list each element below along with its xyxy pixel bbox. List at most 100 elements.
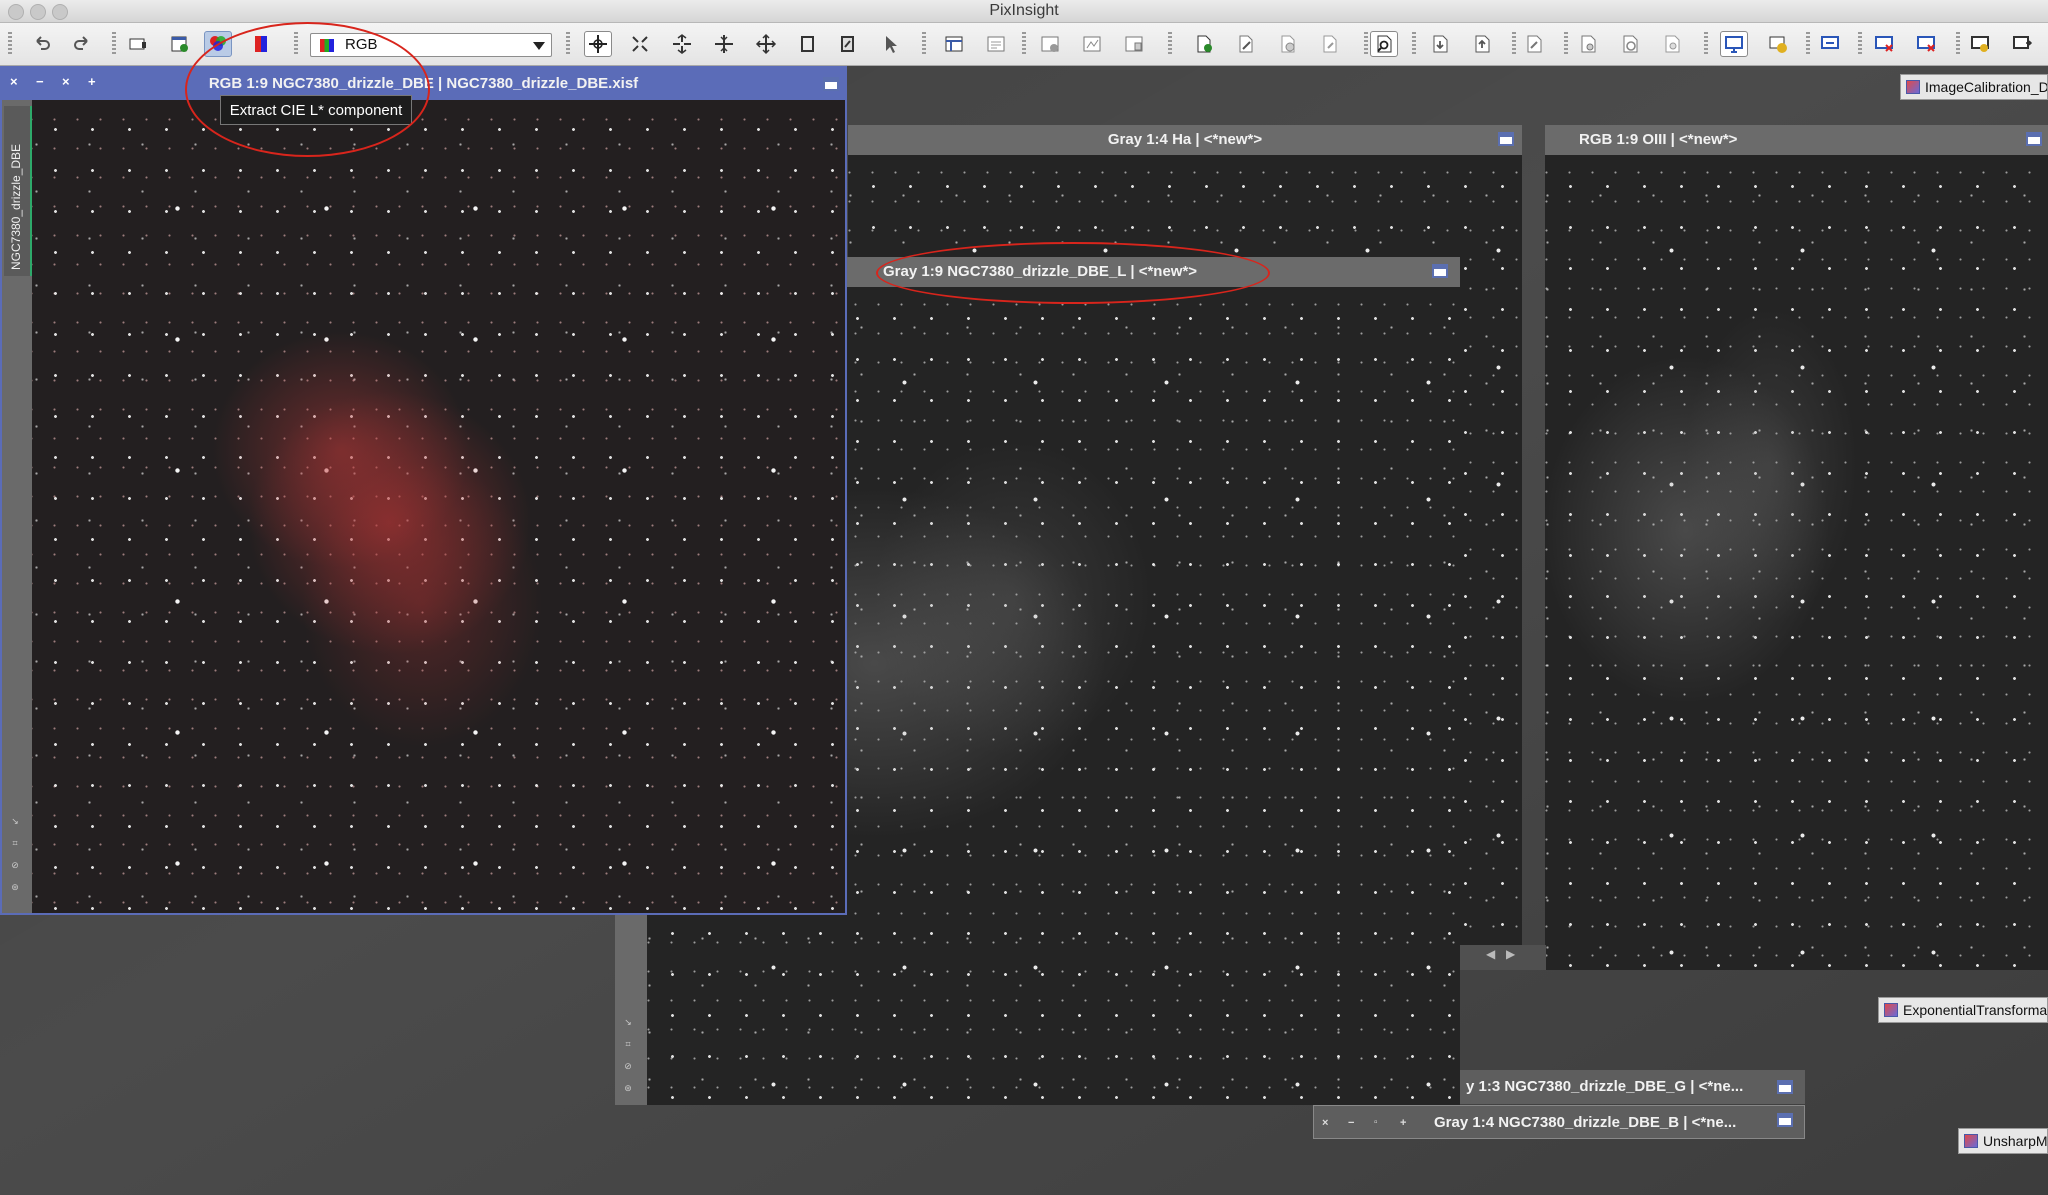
view-tab[interactable]: NGC7380_drizzle_DBE [4,106,32,276]
toolbar-grip[interactable] [112,32,116,56]
side-arrow-icon[interactable]: ↘ [623,1017,633,1028]
zoom-window-button[interactable] [52,4,68,20]
scroll-right-icon[interactable]: ▶ [1506,947,1515,961]
import-button[interactable] [1426,31,1454,57]
close-view-button[interactable] [1870,31,1898,57]
execute-button[interactable] [1274,31,1302,57]
side-settings-icon[interactable]: ⊛ [623,1083,633,1094]
magnifier-icon [1377,35,1392,53]
stf-button[interactable] [1764,31,1792,57]
toolbar-grip[interactable] [1806,32,1810,56]
toolbar-grip[interactable] [1412,32,1416,56]
history-button[interactable] [982,31,1010,57]
link-view-button[interactable] [1816,31,1844,57]
toolbar-grip[interactable] [1168,32,1172,56]
script-button[interactable] [1520,31,1548,57]
preview-mode-button[interactable] [794,31,822,57]
window-title-bar[interactable]: Gray 1:4 Ha | <*new*> [848,125,1522,155]
side-grid-icon[interactable]: ⌗ [623,1039,633,1050]
tool-window-button[interactable] [1966,31,1994,57]
side-grid-icon[interactable]: ⌗ [10,838,20,849]
maximize-window-button[interactable] [823,77,839,91]
histogram-icon [1083,36,1101,52]
container-add-button[interactable] [1574,31,1602,57]
maximize-icon[interactable]: + [88,74,96,89]
minimize-icon[interactable]: − [36,74,44,89]
image-view[interactable] [1545,155,2048,970]
side-link-icon[interactable]: ⊘ [623,1061,633,1072]
toolbar-grip[interactable] [922,32,926,56]
toolbar-grip[interactable] [8,32,12,56]
restore-icon[interactable]: ▫ [1374,1106,1378,1138]
redo-button[interactable] [68,31,96,57]
undo-button[interactable] [28,31,56,57]
explorer-button[interactable] [940,31,968,57]
toolbar-grip[interactable] [1364,32,1368,56]
chevron-down-icon[interactable] [533,42,545,50]
close-icon[interactable]: × [1322,1106,1328,1138]
toolbar-grip[interactable] [1858,32,1862,56]
toolbar-grip[interactable] [1564,32,1568,56]
window-title: y 1:3 NGC7380_drizzle_DBE_G | <*ne... [1466,1078,1744,1095]
toolbar-grip[interactable] [1956,32,1960,56]
export-button[interactable] [1468,31,1496,57]
statistics-button[interactable] [1036,31,1064,57]
maximize-window-button[interactable] [1777,1113,1793,1127]
zoom-in-icon [673,34,691,54]
monitor-icon [1725,36,1743,53]
minimize-icon[interactable]: − [1348,1106,1354,1138]
toolbar-grip[interactable] [1022,32,1026,56]
collapsed-window-b[interactable]: × − ▫ + Gray 1:4 NGC7380_drizzle_DBE_B |… [1313,1105,1805,1139]
annotation-circle-title [876,242,1270,304]
close-window-button[interactable] [8,4,24,20]
edit-instance-button[interactable] [1232,31,1260,57]
toolbar-grip[interactable] [566,32,570,56]
fits-header-button[interactable] [1120,31,1148,57]
minimize-window-button[interactable] [30,4,46,20]
process-icon-imagecalibration[interactable]: ImageCalibration_DB [1900,74,2048,100]
zoom-in-button[interactable] [668,31,696,57]
edit-preview-button[interactable] [834,31,862,57]
container-edit-button[interactable] [1658,31,1686,57]
view-tab-label: NGC7380_drizzle_DBE [9,143,23,270]
maximize-icon[interactable]: + [1400,1106,1406,1138]
pan-button[interactable] [752,31,780,57]
image-window-oiii[interactable]: RGB 1:9 OIII | <*new*> [1545,125,2048,970]
close-all-icon [1917,36,1935,52]
process-icon-label: ImageCalibration_DB [1925,79,2048,95]
maximize-window-button[interactable] [1777,1080,1793,1094]
process-icon-exponentialtransformation[interactable]: ExponentialTransformat [1878,997,2048,1023]
window-title-bar[interactable]: RGB 1:9 OIII | <*new*> [1545,125,2048,155]
side-settings-icon[interactable]: ⊛ [10,882,20,893]
magnifier-button[interactable] [1370,31,1398,57]
maximize-window-button[interactable] [1498,132,1514,146]
zoom-out-button[interactable] [710,31,738,57]
readout-mode-button[interactable] [584,31,612,57]
process-icon-unsharpmask[interactable]: UnsharpMa [1958,1128,2048,1154]
side-arrow-icon[interactable]: ↘ [10,816,20,827]
side-link-icon[interactable]: ⊘ [10,860,20,871]
shade-icon[interactable]: × [62,74,70,89]
toolbar-grip[interactable] [1704,32,1708,56]
container-sync-button[interactable] [1616,31,1644,57]
scroll-left-icon[interactable]: ◀ [1486,947,1495,961]
new-image-button[interactable] [166,31,194,57]
close-icon[interactable]: × [10,74,18,89]
close-all-button[interactable] [1912,31,1940,57]
identifier-button[interactable] [124,31,152,57]
fit-view-icon [632,36,648,52]
zoom-fit-button[interactable] [626,31,654,57]
new-instance-button[interactable] [1190,31,1218,57]
histogram-button[interactable] [1078,31,1106,57]
image-view[interactable] [32,100,845,913]
maximize-window-button[interactable] [2026,132,2042,146]
export-view-button[interactable] [2008,31,2036,57]
screen-view-button[interactable] [1720,31,1748,57]
maximize-window-button[interactable] [1432,264,1448,278]
image-window-rgb[interactable]: RGB 1:9 NGC7380_drizzle_DBE | NGC7380_dr… [0,66,847,915]
collapsed-window-g[interactable]: y 1:3 NGC7380_drizzle_DBE_G | <*ne... [1458,1070,1805,1104]
toolbar-grip[interactable] [1512,32,1516,56]
container-edit-icon [1665,35,1680,53]
select-mode-button[interactable] [876,31,904,57]
apply-global-button[interactable] [1316,31,1344,57]
